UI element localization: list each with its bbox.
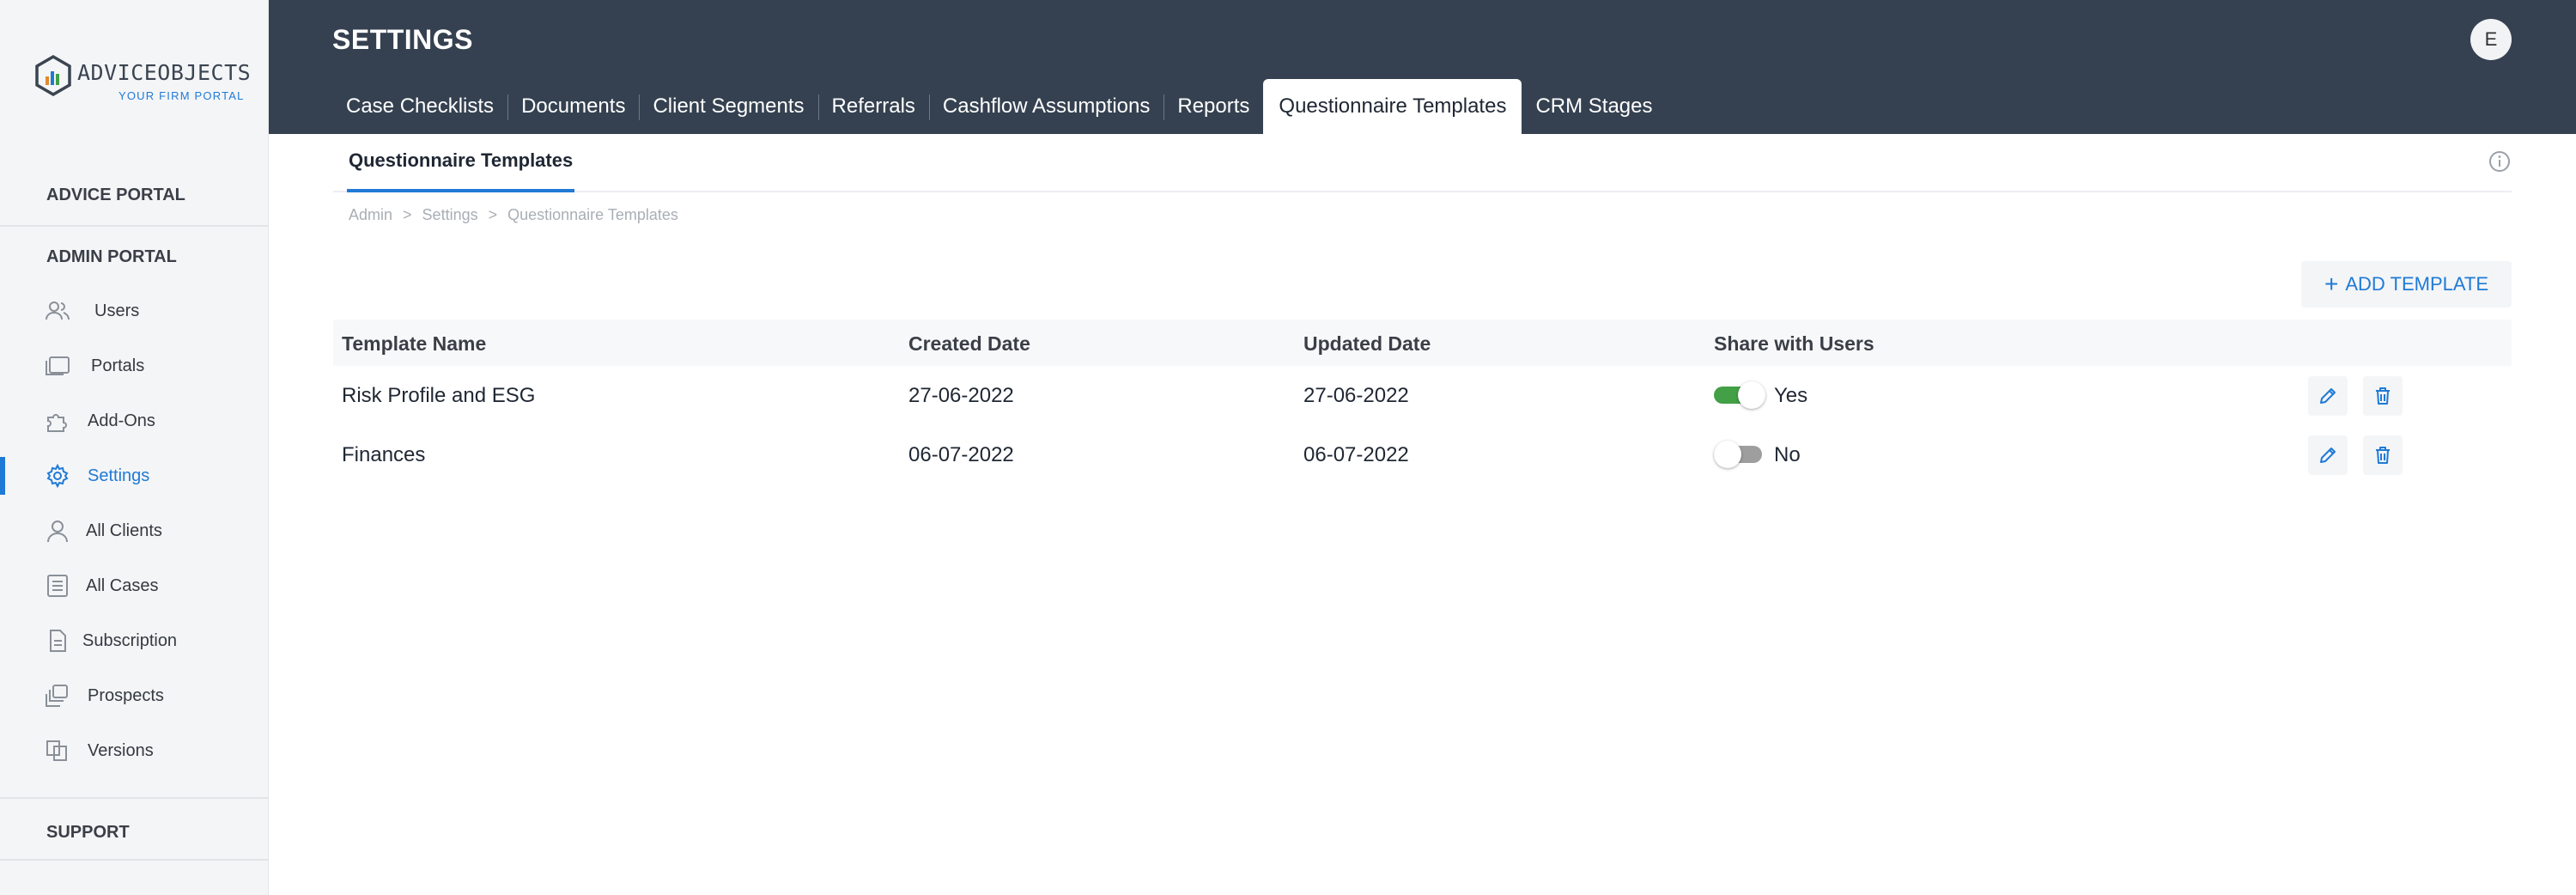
sidebar-item-label: Prospects xyxy=(88,686,164,705)
users-icon xyxy=(46,301,70,320)
templates-table: Template Name Created Date Updated Date … xyxy=(333,320,2512,484)
sidebar-item-prospects[interactable]: Prospects xyxy=(0,672,269,720)
breadcrumb-settings[interactable]: Settings xyxy=(422,206,478,224)
share-toggle[interactable] xyxy=(1714,381,1765,409)
table-row: Finances 06-07-2022 06-07-2022 No xyxy=(333,425,2512,484)
tab-reports[interactable]: Reports xyxy=(1163,79,1263,134)
sidebar-item-users[interactable]: Users xyxy=(0,287,269,335)
breadcrumb-current: Questionnaire Templates xyxy=(507,206,678,223)
user-icon xyxy=(47,521,68,543)
share-toggle[interactable] xyxy=(1714,441,1765,468)
document-icon xyxy=(50,630,66,652)
tab-client-segments[interactable]: Client Segments xyxy=(639,79,817,134)
column-header-updated-date: Updated Date xyxy=(1303,332,1431,355)
template-name-cell: Risk Profile and ESG xyxy=(342,384,536,407)
versions-icon xyxy=(46,740,67,761)
template-name-cell: Finances xyxy=(342,443,426,466)
sidebar-divider xyxy=(0,859,269,861)
sidebar-item-label: Portals xyxy=(91,356,145,375)
add-template-button[interactable]: + ADD TEMPLATE xyxy=(2301,261,2512,307)
portals-icon xyxy=(46,356,70,375)
info-icon[interactable] xyxy=(2488,150,2511,173)
edit-button[interactable] xyxy=(2308,435,2348,475)
tab-cashflow-assumptions[interactable]: Cashflow Assumptions xyxy=(928,79,1163,134)
sidebar-section-admin-portal[interactable]: ADMIN PORTAL xyxy=(0,247,269,267)
column-header-template-name: Template Name xyxy=(342,332,487,355)
sidebar-item-label: All Clients xyxy=(86,521,162,540)
sidebar-divider xyxy=(0,797,269,799)
sidebar-item-subscription[interactable]: Subscription xyxy=(0,617,269,665)
trash-icon xyxy=(2376,387,2390,405)
tab-referrals[interactable]: Referrals xyxy=(817,79,929,134)
pencil-icon xyxy=(2320,388,2336,404)
sidebar-item-add-ons[interactable]: Add-Ons xyxy=(0,397,269,445)
sidebar-section-support[interactable]: SUPPORT xyxy=(0,823,269,843)
stack-icon xyxy=(46,685,68,707)
breadcrumb: Admin > Settings > Questionnaire Templat… xyxy=(349,206,678,224)
puzzle-icon xyxy=(47,414,67,432)
toggle-knob xyxy=(1714,441,1741,468)
share-status-label: No xyxy=(1774,443,1801,466)
brand-name: ADVICEOBJECTS xyxy=(77,60,252,85)
share-status-label: Yes xyxy=(1774,384,1808,407)
column-header-created-date: Created Date xyxy=(908,332,1030,355)
toggle-knob xyxy=(1738,381,1765,409)
created-date-cell: 27-06-2022 xyxy=(908,384,1014,407)
avatar[interactable]: E xyxy=(2470,19,2512,60)
sidebar-item-versions[interactable]: Versions xyxy=(0,727,269,775)
plus-icon: + xyxy=(2324,271,2339,297)
delete-button[interactable] xyxy=(2363,376,2403,416)
sidebar-item-all-cases[interactable]: All Cases xyxy=(0,562,269,610)
sidebar-item-label: Settings xyxy=(88,466,150,485)
breadcrumb-separator: > xyxy=(403,206,412,223)
add-template-label: ADD TEMPLATE xyxy=(2345,273,2489,295)
delete-button[interactable] xyxy=(2363,435,2403,475)
sidebar-item-label: Add-Ons xyxy=(88,411,155,430)
subtab-questionnaire-templates[interactable]: Questionnaire Templates xyxy=(347,149,575,192)
tab-case-checklists[interactable]: Case Checklists xyxy=(332,79,507,134)
sidebar-item-label: Users xyxy=(94,301,140,320)
breadcrumb-separator: > xyxy=(488,206,498,223)
table-header: Template Name Created Date Updated Date … xyxy=(333,320,2512,366)
sidebar-item-settings[interactable]: Settings xyxy=(0,452,269,500)
sidebar-item-label: Versions xyxy=(88,741,154,760)
edit-button[interactable] xyxy=(2308,376,2348,416)
list-icon xyxy=(47,575,68,597)
created-date-cell: 06-07-2022 xyxy=(908,443,1014,466)
column-header-share-with-users: Share with Users xyxy=(1714,332,1874,355)
updated-date-cell: 06-07-2022 xyxy=(1303,443,1409,466)
subtab-bar: Questionnaire Templates xyxy=(333,137,2512,192)
sidebar-item-label: All Cases xyxy=(86,576,159,595)
breadcrumb-admin[interactable]: Admin xyxy=(349,206,392,224)
tab-questionnaire-templates[interactable]: Questionnaire Templates xyxy=(1263,79,1522,134)
table-row: Risk Profile and ESG 27-06-2022 27-06-20… xyxy=(333,366,2512,425)
updated-date-cell: 27-06-2022 xyxy=(1303,384,1409,407)
sidebar-item-all-clients[interactable]: All Clients xyxy=(0,507,269,555)
brand-tagline: YOUR FIRM PORTAL xyxy=(118,89,245,102)
trash-icon xyxy=(2376,447,2390,464)
sidebar-section-advice-portal[interactable]: ADVICE PORTAL xyxy=(0,186,269,205)
settings-tabs: Case Checklists Documents Client Segment… xyxy=(332,79,1667,134)
gear-icon xyxy=(46,464,69,488)
tab-crm-stages[interactable]: CRM Stages xyxy=(1522,79,1666,134)
sidebar-item-label: Subscription xyxy=(82,631,178,650)
logo-hex-icon xyxy=(35,55,71,96)
sidebar-item-portals[interactable]: Portals xyxy=(0,342,269,390)
page-title: SETTINGS xyxy=(332,24,474,55)
sidebar-divider xyxy=(0,225,269,227)
pencil-icon xyxy=(2320,448,2336,463)
tab-documents[interactable]: Documents xyxy=(507,79,639,134)
sidebar: ADVICEOBJECTS YOUR FIRM PORTAL ADVICE PO… xyxy=(0,0,269,895)
brand-logo[interactable]: ADVICEOBJECTS YOUR FIRM PORTAL xyxy=(34,53,251,110)
top-header: SETTINGS E Case Checklists Documents Cli… xyxy=(269,0,2576,134)
